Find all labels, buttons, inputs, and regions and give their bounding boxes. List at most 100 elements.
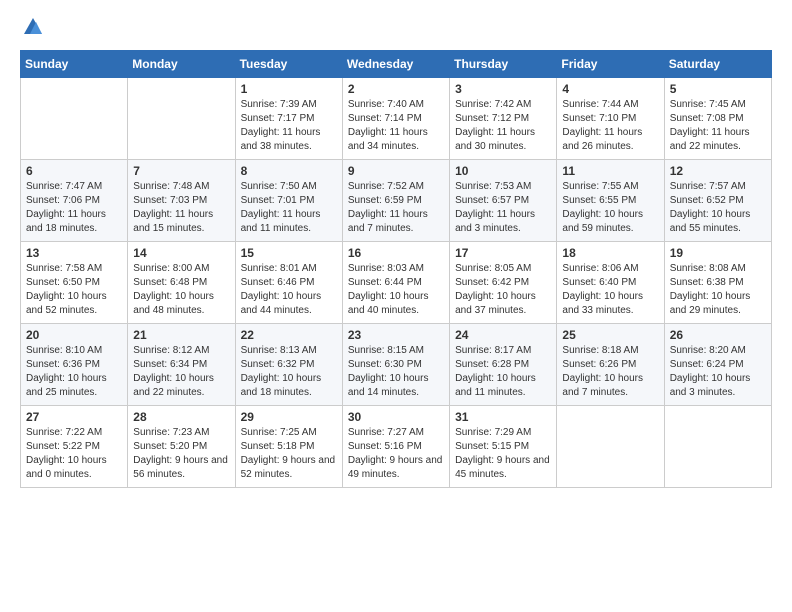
day-info: Sunrise: 7:39 AMSunset: 7:17 PMDaylight:… <box>241 98 337 154</box>
day-info: Sunrise: 8:12 AMSunset: 6:34 PMDaylight:… <box>133 344 229 400</box>
day-info: Sunrise: 7:42 AMSunset: 7:12 PMDaylight:… <box>455 98 551 154</box>
day-number: 16 <box>348 246 444 260</box>
day-of-week-header: Thursday <box>450 51 557 78</box>
day-info: Sunrise: 8:13 AMSunset: 6:32 PMDaylight:… <box>241 344 337 400</box>
day-info: Sunrise: 7:23 AMSunset: 5:20 PMDaylight:… <box>133 426 229 482</box>
calendar-cell: 25 Sunrise: 8:18 AMSunset: 6:26 PMDayligh… <box>557 324 664 406</box>
day-number: 17 <box>455 246 551 260</box>
day-of-week-header: Friday <box>557 51 664 78</box>
calendar-cell: 20 Sunrise: 8:10 AMSunset: 6:36 PMDayligh… <box>21 324 128 406</box>
day-info: Sunrise: 7:45 AMSunset: 7:08 PMDaylight:… <box>670 98 766 154</box>
day-of-week-header: Wednesday <box>342 51 449 78</box>
calendar-cell: 31Sunrise: 7:29 AMSunset: 5:15 PMDayligh… <box>450 406 557 488</box>
day-number: 7 <box>133 164 229 178</box>
day-info: Sunrise: 8:08 AMSunset: 6:38 PMDaylight:… <box>670 262 766 318</box>
day-of-week-header: Tuesday <box>235 51 342 78</box>
calendar-cell: 13 Sunrise: 7:58 AMSunset: 6:50 PMDayligh… <box>21 242 128 324</box>
calendar-cell: 14 Sunrise: 8:00 AMSunset: 6:48 PMDayligh… <box>128 242 235 324</box>
calendar-week-row: 1 Sunrise: 7:39 AMSunset: 7:17 PMDaylight… <box>21 78 772 160</box>
day-info: Sunrise: 8:00 AMSunset: 6:48 PMDaylight:… <box>133 262 229 318</box>
day-number: 18 <box>562 246 658 260</box>
logo <box>20 16 44 38</box>
day-number: 6 <box>26 164 122 178</box>
day-number: 10 <box>455 164 551 178</box>
calendar-cell: 3 Sunrise: 7:42 AMSunset: 7:12 PMDaylight… <box>450 78 557 160</box>
day-info: Sunrise: 8:01 AMSunset: 6:46 PMDaylight:… <box>241 262 337 318</box>
calendar-cell: 10Sunrise: 7:53 AMSunset: 6:57 PMDayligh… <box>450 160 557 242</box>
calendar-cell: 18 Sunrise: 8:06 AMSunset: 6:40 PMDayligh… <box>557 242 664 324</box>
calendar-week-row: 13 Sunrise: 7:58 AMSunset: 6:50 PMDayligh… <box>21 242 772 324</box>
day-number: 23 <box>348 328 444 342</box>
day-number: 15 <box>241 246 337 260</box>
day-info: Sunrise: 7:48 AMSunset: 7:03 PMDaylight:… <box>133 180 229 236</box>
calendar-cell <box>128 78 235 160</box>
calendar-cell: 26 Sunrise: 8:20 AMSunset: 6:24 PMDayligh… <box>664 324 771 406</box>
calendar-cell: 24 Sunrise: 8:17 AMSunset: 6:28 PMDayligh… <box>450 324 557 406</box>
calendar-cell: 12 Sunrise: 7:57 AMSunset: 6:52 PMDayligh… <box>664 160 771 242</box>
day-number: 12 <box>670 164 766 178</box>
day-number: 19 <box>670 246 766 260</box>
calendar-cell: 6 Sunrise: 7:47 AMSunset: 7:06 PMDaylight… <box>21 160 128 242</box>
calendar: SundayMondayTuesdayWednesdayThursdayFrid… <box>20 50 772 488</box>
calendar-week-row: 6 Sunrise: 7:47 AMSunset: 7:06 PMDaylight… <box>21 160 772 242</box>
calendar-cell: 1 Sunrise: 7:39 AMSunset: 7:17 PMDaylight… <box>235 78 342 160</box>
day-info: Sunrise: 7:50 AMSunset: 7:01 PMDaylight:… <box>241 180 337 236</box>
day-info: Sunrise: 7:57 AMSunset: 6:52 PMDaylight:… <box>670 180 766 236</box>
day-of-week-header: Saturday <box>664 51 771 78</box>
calendar-header-row: SundayMondayTuesdayWednesdayThursdayFrid… <box>21 51 772 78</box>
calendar-cell: 11Sunrise: 7:55 AMSunset: 6:55 PMDayligh… <box>557 160 664 242</box>
day-number: 3 <box>455 82 551 96</box>
day-number: 24 <box>455 328 551 342</box>
calendar-cell: 30 Sunrise: 7:27 AMSunset: 5:16 PMDayligh… <box>342 406 449 488</box>
day-number: 13 <box>26 246 122 260</box>
day-info: Sunrise: 8:17 AMSunset: 6:28 PMDaylight:… <box>455 344 551 400</box>
day-info: Sunrise: 8:18 AMSunset: 6:26 PMDaylight:… <box>562 344 658 400</box>
day-number: 5 <box>670 82 766 96</box>
calendar-cell: 2 Sunrise: 7:40 AMSunset: 7:14 PMDaylight… <box>342 78 449 160</box>
day-info: Sunrise: 8:10 AMSunset: 6:36 PMDaylight:… <box>26 344 122 400</box>
calendar-cell <box>21 78 128 160</box>
logo-icon <box>22 16 44 38</box>
day-info: Sunrise: 8:15 AMSunset: 6:30 PMDaylight:… <box>348 344 444 400</box>
day-number: 29 <box>241 410 337 424</box>
day-number: 9 <box>348 164 444 178</box>
calendar-cell: 19 Sunrise: 8:08 AMSunset: 6:38 PMDayligh… <box>664 242 771 324</box>
day-number: 21 <box>133 328 229 342</box>
day-info: Sunrise: 8:20 AMSunset: 6:24 PMDaylight:… <box>670 344 766 400</box>
day-info: Sunrise: 7:22 AMSunset: 5:22 PMDaylight:… <box>26 426 122 482</box>
day-info: Sunrise: 7:40 AMSunset: 7:14 PMDaylight:… <box>348 98 444 154</box>
header <box>20 16 772 38</box>
day-number: 14 <box>133 246 229 260</box>
day-info: Sunrise: 8:06 AMSunset: 6:40 PMDaylight:… <box>562 262 658 318</box>
day-info: Sunrise: 7:27 AMSunset: 5:16 PMDaylight:… <box>348 426 444 482</box>
day-info: Sunrise: 7:55 AMSunset: 6:55 PMDaylight:… <box>562 180 658 236</box>
calendar-cell: 8Sunrise: 7:50 AMSunset: 7:01 PMDaylight… <box>235 160 342 242</box>
calendar-cell: 15 Sunrise: 8:01 AMSunset: 6:46 PMDayligh… <box>235 242 342 324</box>
calendar-cell: 22Sunrise: 8:13 AMSunset: 6:32 PMDayligh… <box>235 324 342 406</box>
day-number: 27 <box>26 410 122 424</box>
calendar-week-row: 27 Sunrise: 7:22 AMSunset: 5:22 PMDayligh… <box>21 406 772 488</box>
day-number: 4 <box>562 82 658 96</box>
calendar-cell: 21 Sunrise: 8:12 AMSunset: 6:34 PMDayligh… <box>128 324 235 406</box>
calendar-cell: 23 Sunrise: 8:15 AMSunset: 6:30 PMDayligh… <box>342 324 449 406</box>
calendar-cell <box>664 406 771 488</box>
calendar-week-row: 20 Sunrise: 8:10 AMSunset: 6:36 PMDayligh… <box>21 324 772 406</box>
calendar-cell: 4 Sunrise: 7:44 AMSunset: 7:10 PMDaylight… <box>557 78 664 160</box>
day-info: Sunrise: 7:52 AMSunset: 6:59 PMDaylight:… <box>348 180 444 236</box>
calendar-cell: 28 Sunrise: 7:23 AMSunset: 5:20 PMDayligh… <box>128 406 235 488</box>
day-info: Sunrise: 7:29 AMSunset: 5:15 PMDaylight:… <box>455 426 551 482</box>
day-number: 25 <box>562 328 658 342</box>
day-number: 28 <box>133 410 229 424</box>
day-info: Sunrise: 7:58 AMSunset: 6:50 PMDaylight:… <box>26 262 122 318</box>
day-info: Sunrise: 8:05 AMSunset: 6:42 PMDaylight:… <box>455 262 551 318</box>
day-info: Sunrise: 7:25 AMSunset: 5:18 PMDaylight:… <box>241 426 337 482</box>
day-number: 20 <box>26 328 122 342</box>
day-info: Sunrise: 7:44 AMSunset: 7:10 PMDaylight:… <box>562 98 658 154</box>
calendar-cell: 9 Sunrise: 7:52 AMSunset: 6:59 PMDaylight… <box>342 160 449 242</box>
day-number: 30 <box>348 410 444 424</box>
day-number: 26 <box>670 328 766 342</box>
day-number: 2 <box>348 82 444 96</box>
day-number: 1 <box>241 82 337 96</box>
day-of-week-header: Sunday <box>21 51 128 78</box>
day-info: Sunrise: 7:47 AMSunset: 7:06 PMDaylight:… <box>26 180 122 236</box>
